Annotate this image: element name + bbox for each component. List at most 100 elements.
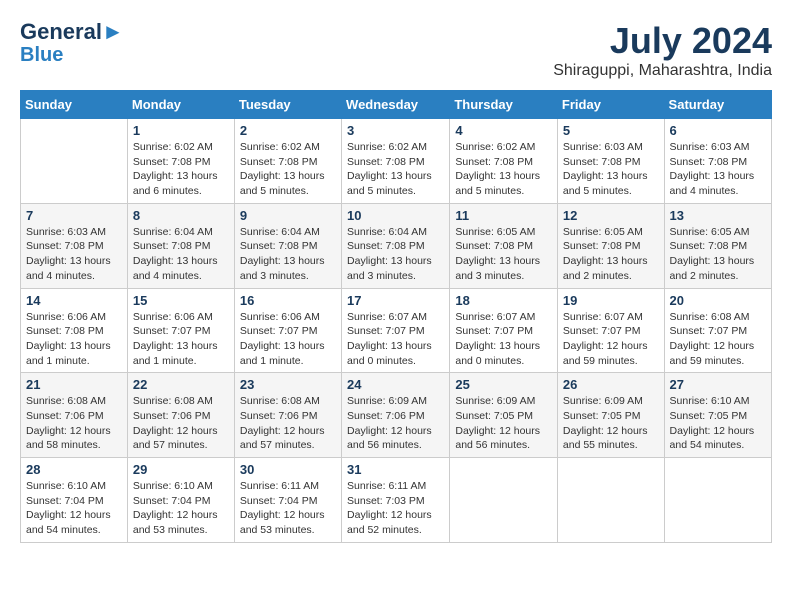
- day-number: 12: [563, 208, 659, 223]
- calendar-cell: 3 Sunrise: 6:02 AM Sunset: 7:08 PM Daylig…: [342, 119, 450, 204]
- day-number: 20: [670, 293, 766, 308]
- calendar-cell: 10Sunrise: 6:04 AM Sunset: 7:08 PM Dayli…: [342, 203, 450, 288]
- day-number: 24: [347, 377, 444, 392]
- day-info: Sunrise: 6:09 AM Sunset: 7:05 PM Dayligh…: [455, 394, 552, 453]
- calendar-cell: 8 Sunrise: 6:04 AM Sunset: 7:08 PM Daylig…: [127, 203, 234, 288]
- day-info: Sunrise: 6:06 AM Sunset: 7:08 PM Dayligh…: [26, 310, 122, 369]
- day-number: 18: [455, 293, 552, 308]
- calendar-cell: [664, 458, 771, 543]
- title-block: July 2024 Shiraguppi, Maharashtra, India: [553, 20, 772, 80]
- calendar-table: SundayMondayTuesdayWednesdayThursdayFrid…: [20, 90, 772, 543]
- day-info: Sunrise: 6:08 AM Sunset: 7:06 PM Dayligh…: [26, 394, 122, 453]
- day-info: Sunrise: 6:07 AM Sunset: 7:07 PM Dayligh…: [455, 310, 552, 369]
- day-number: 21: [26, 377, 122, 392]
- day-info: Sunrise: 6:03 AM Sunset: 7:08 PM Dayligh…: [26, 225, 122, 284]
- day-number: 5: [563, 123, 659, 138]
- day-number: 4: [455, 123, 552, 138]
- day-info: Sunrise: 6:06 AM Sunset: 7:07 PM Dayligh…: [240, 310, 336, 369]
- day-info: Sunrise: 6:11 AM Sunset: 7:03 PM Dayligh…: [347, 479, 444, 538]
- day-number: 25: [455, 377, 552, 392]
- day-info: Sunrise: 6:04 AM Sunset: 7:08 PM Dayligh…: [240, 225, 336, 284]
- day-number: 8: [133, 208, 229, 223]
- day-number: 2: [240, 123, 336, 138]
- day-info: Sunrise: 6:09 AM Sunset: 7:06 PM Dayligh…: [347, 394, 444, 453]
- calendar-cell: 13 Sunrise: 6:05 AM Sunset: 7:08 PM Dayli…: [664, 203, 771, 288]
- day-number: 17: [347, 293, 444, 308]
- day-info: Sunrise: 6:10 AM Sunset: 7:04 PM Dayligh…: [133, 479, 229, 538]
- day-info: Sunrise: 6:05 AM Sunset: 7:08 PM Dayligh…: [563, 225, 659, 284]
- day-number: 14: [26, 293, 122, 308]
- calendar-cell: 29 Sunrise: 6:10 AM Sunset: 7:04 PM Dayli…: [127, 458, 234, 543]
- day-info: Sunrise: 6:11 AM Sunset: 7:04 PM Dayligh…: [240, 479, 336, 538]
- calendar-cell: 17Sunrise: 6:07 AM Sunset: 7:07 PM Dayli…: [342, 288, 450, 373]
- day-info: Sunrise: 6:03 AM Sunset: 7:08 PM Dayligh…: [670, 140, 766, 199]
- day-number: 23: [240, 377, 336, 392]
- calendar-cell: 31Sunrise: 6:11 AM Sunset: 7:03 PM Dayli…: [342, 458, 450, 543]
- day-info: Sunrise: 6:03 AM Sunset: 7:08 PM Dayligh…: [563, 140, 659, 199]
- calendar-cell: 24 Sunrise: 6:09 AM Sunset: 7:06 PM Dayli…: [342, 373, 450, 458]
- calendar-cell: 26 Sunrise: 6:09 AM Sunset: 7:05 PM Dayli…: [557, 373, 664, 458]
- day-info: Sunrise: 6:08 AM Sunset: 7:07 PM Dayligh…: [670, 310, 766, 369]
- day-header-saturday: Saturday: [664, 91, 771, 119]
- day-info: Sunrise: 6:05 AM Sunset: 7:08 PM Dayligh…: [670, 225, 766, 284]
- day-number: 27: [670, 377, 766, 392]
- day-number: 13: [670, 208, 766, 223]
- location: Shiraguppi, Maharashtra, India: [553, 62, 772, 80]
- page-header: General► Blue July 2024 Shiraguppi, Maha…: [20, 20, 772, 80]
- day-number: 26: [563, 377, 659, 392]
- day-header-tuesday: Tuesday: [234, 91, 341, 119]
- calendar-cell: 1 Sunrise: 6:02 AM Sunset: 7:08 PM Daylig…: [127, 119, 234, 204]
- week-row-1: 1 Sunrise: 6:02 AM Sunset: 7:08 PM Daylig…: [21, 119, 772, 204]
- day-info: Sunrise: 6:08 AM Sunset: 7:06 PM Dayligh…: [240, 394, 336, 453]
- calendar-cell: 27 Sunrise: 6:10 AM Sunset: 7:05 PM Dayli…: [664, 373, 771, 458]
- day-info: Sunrise: 6:04 AM Sunset: 7:08 PM Dayligh…: [133, 225, 229, 284]
- day-number: 16: [240, 293, 336, 308]
- calendar-cell: 21 Sunrise: 6:08 AM Sunset: 7:06 PM Dayli…: [21, 373, 128, 458]
- month-year: July 2024: [553, 20, 772, 62]
- day-number: 29: [133, 462, 229, 477]
- week-row-3: 14 Sunrise: 6:06 AM Sunset: 7:08 PM Dayli…: [21, 288, 772, 373]
- week-row-4: 21 Sunrise: 6:08 AM Sunset: 7:06 PM Dayli…: [21, 373, 772, 458]
- calendar-body: 1 Sunrise: 6:02 AM Sunset: 7:08 PM Daylig…: [21, 119, 772, 543]
- week-row-2: 7 Sunrise: 6:03 AM Sunset: 7:08 PM Daylig…: [21, 203, 772, 288]
- calendar-cell: 23 Sunrise: 6:08 AM Sunset: 7:06 PM Dayli…: [234, 373, 341, 458]
- calendar-cell: 5 Sunrise: 6:03 AM Sunset: 7:08 PM Daylig…: [557, 119, 664, 204]
- calendar-cell: 19Sunrise: 6:07 AM Sunset: 7:07 PM Dayli…: [557, 288, 664, 373]
- calendar-cell: 16 Sunrise: 6:06 AM Sunset: 7:07 PM Dayli…: [234, 288, 341, 373]
- day-header-wednesday: Wednesday: [342, 91, 450, 119]
- logo-text: General►: [20, 20, 124, 44]
- calendar-cell: [557, 458, 664, 543]
- day-number: 11: [455, 208, 552, 223]
- day-info: Sunrise: 6:02 AM Sunset: 7:08 PM Dayligh…: [240, 140, 336, 199]
- calendar-cell: 20 Sunrise: 6:08 AM Sunset: 7:07 PM Dayli…: [664, 288, 771, 373]
- calendar-cell: 22Sunrise: 6:08 AM Sunset: 7:06 PM Dayli…: [127, 373, 234, 458]
- day-number: 6: [670, 123, 766, 138]
- day-number: 28: [26, 462, 122, 477]
- calendar-header-row: SundayMondayTuesdayWednesdayThursdayFrid…: [21, 91, 772, 119]
- day-number: 7: [26, 208, 122, 223]
- calendar-cell: 11Sunrise: 6:05 AM Sunset: 7:08 PM Dayli…: [450, 203, 558, 288]
- day-info: Sunrise: 6:02 AM Sunset: 7:08 PM Dayligh…: [347, 140, 444, 199]
- calendar-cell: 6 Sunrise: 6:03 AM Sunset: 7:08 PM Daylig…: [664, 119, 771, 204]
- day-number: 3: [347, 123, 444, 138]
- day-info: Sunrise: 6:02 AM Sunset: 7:08 PM Dayligh…: [455, 140, 552, 199]
- day-info: Sunrise: 6:09 AM Sunset: 7:05 PM Dayligh…: [563, 394, 659, 453]
- calendar-cell: 2 Sunrise: 6:02 AM Sunset: 7:08 PM Daylig…: [234, 119, 341, 204]
- day-number: 10: [347, 208, 444, 223]
- calendar-cell: 25 Sunrise: 6:09 AM Sunset: 7:05 PM Dayli…: [450, 373, 558, 458]
- calendar-cell: 7 Sunrise: 6:03 AM Sunset: 7:08 PM Daylig…: [21, 203, 128, 288]
- day-number: 30: [240, 462, 336, 477]
- day-info: Sunrise: 6:02 AM Sunset: 7:08 PM Dayligh…: [133, 140, 229, 199]
- day-info: Sunrise: 6:07 AM Sunset: 7:07 PM Dayligh…: [563, 310, 659, 369]
- day-number: 1: [133, 123, 229, 138]
- day-header-friday: Friday: [557, 91, 664, 119]
- calendar-cell: 30 Sunrise: 6:11 AM Sunset: 7:04 PM Dayli…: [234, 458, 341, 543]
- week-row-5: 28 Sunrise: 6:10 AM Sunset: 7:04 PM Dayli…: [21, 458, 772, 543]
- day-header-thursday: Thursday: [450, 91, 558, 119]
- day-info: Sunrise: 6:10 AM Sunset: 7:05 PM Dayligh…: [670, 394, 766, 453]
- day-info: Sunrise: 6:06 AM Sunset: 7:07 PM Dayligh…: [133, 310, 229, 369]
- day-number: 9: [240, 208, 336, 223]
- calendar-cell: 4 Sunrise: 6:02 AM Sunset: 7:08 PM Daylig…: [450, 119, 558, 204]
- logo: General► Blue: [20, 20, 124, 66]
- calendar-cell: 14 Sunrise: 6:06 AM Sunset: 7:08 PM Dayli…: [21, 288, 128, 373]
